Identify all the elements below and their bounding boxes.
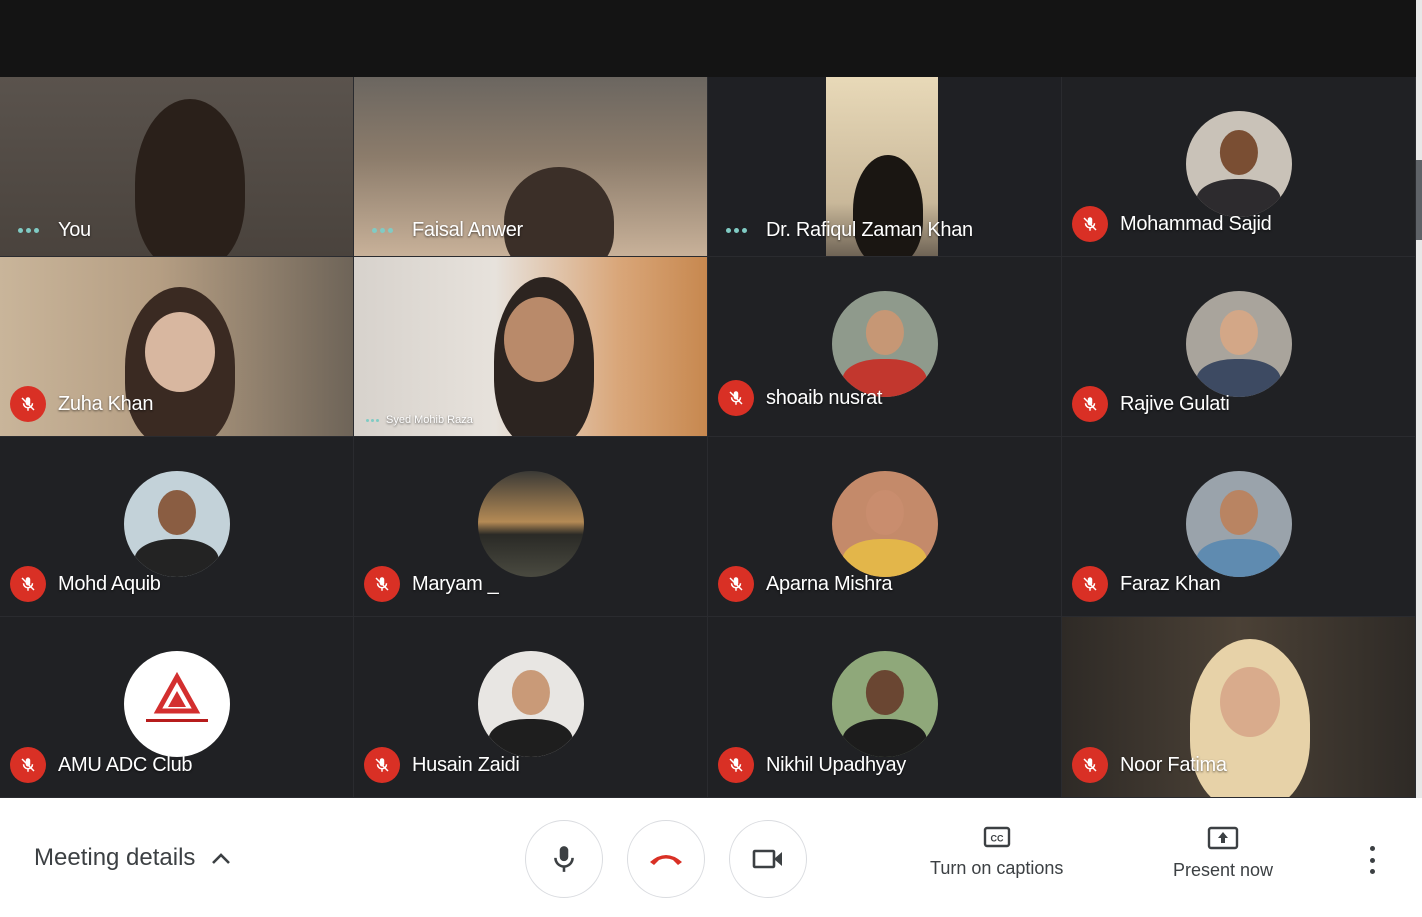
participant-name: Nikhil Upadhyay	[766, 753, 907, 776]
mic-off-icon	[364, 566, 400, 602]
mic-off-icon	[718, 566, 754, 602]
avatar	[831, 471, 938, 577]
avatar	[1185, 111, 1292, 217]
meeting-details-button[interactable]: Meeting details	[34, 844, 231, 872]
club-logo	[145, 671, 208, 722]
participant-tile[interactable]: Nikhil Upadhyay	[708, 617, 1062, 798]
participant-name: You	[58, 219, 91, 241]
camera-button[interactable]	[729, 820, 807, 898]
participant-tile[interactable]: Faisal Anwer	[354, 77, 708, 257]
participant-name: Mohammad Sajid	[1120, 212, 1272, 235]
participant-name: Noor Fatima	[1120, 753, 1227, 776]
present-label: Present now	[1173, 860, 1274, 880]
participant-tile[interactable]: Mohammad Sajid	[1062, 77, 1416, 257]
svg-text:CC: CC	[990, 834, 1003, 844]
participant-name: Syed Mohib Raza	[386, 414, 473, 426]
participant-tile[interactable]: shoaib nusrat	[708, 257, 1062, 437]
mic-off-icon	[1072, 386, 1108, 422]
participant-name: Dr. Rafiqul Zaman Khan	[766, 219, 973, 241]
speaking-indicator-icon	[718, 228, 754, 233]
avatar	[831, 651, 938, 757]
participant-tile[interactable]: Dr. Rafiqul Zaman Khan	[708, 77, 1062, 257]
speaking-indicator-icon	[364, 228, 400, 233]
participant-tile[interactable]: AMU ADC Club	[0, 617, 354, 798]
video-camera-icon	[752, 849, 782, 869]
microphone-button[interactable]	[525, 820, 603, 898]
meeting-details-label: Meeting details	[34, 844, 196, 871]
mic-off-icon	[10, 566, 46, 602]
speaking-indicator-icon	[364, 418, 380, 422]
bottom-toolbar: Meeting details CC Turn on captions Pres…	[0, 798, 1416, 917]
closed-captions-icon: CC	[983, 826, 1010, 848]
mic-off-icon	[718, 747, 754, 783]
mic-off-icon	[10, 386, 46, 422]
participant-tile[interactable]: Maryam _	[354, 437, 708, 617]
participant-tile[interactable]: Noor Fatima	[1062, 617, 1416, 798]
participant-name: Maryam _	[412, 572, 499, 595]
scrollbar-thumb[interactable]	[1416, 160, 1422, 240]
participant-name: Zuha Khan	[58, 392, 154, 415]
captions-button[interactable]: CC Turn on captions	[930, 826, 1063, 879]
participant-tile[interactable]: Faraz Khan	[1062, 437, 1416, 617]
participant-grid: You Faisal Anwer Dr. Rafiqul Zaman Khan …	[0, 77, 1416, 798]
participant-tile[interactable]: Husain Zaidi	[354, 617, 708, 798]
scrollbar-track[interactable]	[1416, 0, 1422, 798]
participant-tile[interactable]: Aparna Mishra	[708, 437, 1062, 617]
avatar	[1185, 471, 1292, 577]
participant-name: Mohd Aquib	[58, 572, 161, 595]
leave-call-button[interactable]	[627, 820, 705, 898]
participant-name: Rajive Gulati	[1120, 392, 1230, 415]
microphone-icon	[554, 846, 574, 872]
speaking-indicator-icon	[10, 228, 46, 233]
participant-name: Husain Zaidi	[412, 753, 520, 776]
participant-tile[interactable]: Syed Mohib Raza	[354, 257, 708, 437]
participant-name: Faraz Khan	[1120, 572, 1221, 595]
participant-name: Aparna Mishra	[766, 572, 893, 595]
participant-name: shoaib nusrat	[766, 386, 883, 409]
mic-off-icon	[10, 747, 46, 783]
avatar	[1185, 291, 1292, 397]
participant-tile[interactable]: Mohd Aquib	[0, 437, 354, 617]
captions-label: Turn on captions	[930, 858, 1064, 878]
mic-off-icon	[364, 747, 400, 783]
avatar	[123, 651, 230, 757]
present-now-button[interactable]: Present now	[1173, 826, 1273, 881]
participant-name: Faisal Anwer	[412, 219, 523, 241]
participant-tile[interactable]: You	[0, 77, 354, 257]
participant-name: AMU ADC Club	[58, 753, 193, 776]
chevron-up-icon	[212, 853, 231, 864]
mic-off-icon	[718, 380, 754, 416]
participant-tile[interactable]: Rajive Gulati	[1062, 257, 1416, 437]
mic-off-icon	[1072, 566, 1108, 602]
mic-off-icon	[1072, 206, 1108, 242]
avatar	[477, 651, 584, 757]
avatar	[123, 471, 230, 577]
avatar	[477, 471, 584, 577]
mic-off-icon	[1072, 747, 1108, 783]
top-video-strip	[0, 0, 1416, 77]
present-screen-icon	[1207, 826, 1239, 850]
participant-tile[interactable]: Zuha Khan	[0, 257, 354, 437]
more-options-icon[interactable]	[1366, 846, 1378, 874]
hangup-icon	[650, 855, 682, 865]
